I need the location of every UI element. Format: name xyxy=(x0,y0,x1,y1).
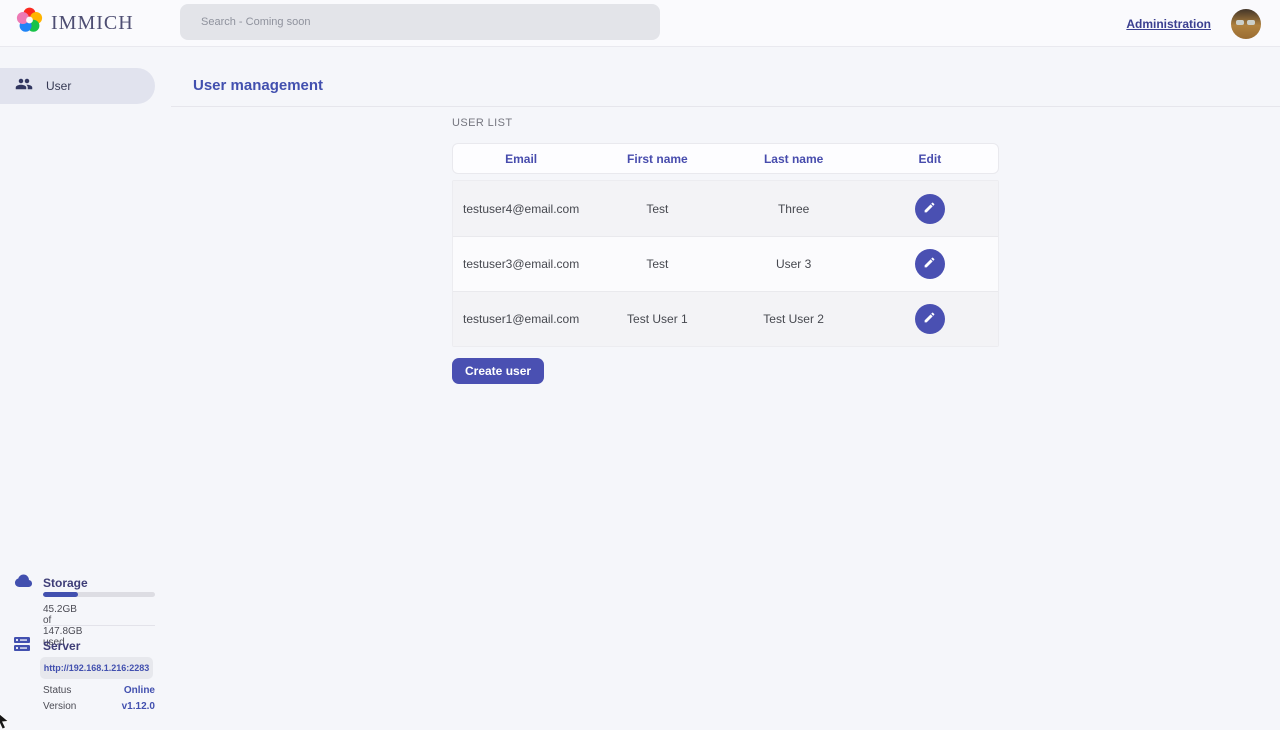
version-value: v1.12.0 xyxy=(122,701,155,712)
immich-flower-icon xyxy=(16,7,43,39)
cell-email: testuser3@email.com xyxy=(453,257,589,271)
title-divider xyxy=(171,106,1280,107)
cell-first-name: Test xyxy=(589,202,725,216)
storage-progress-fill xyxy=(43,592,78,597)
create-user-button[interactable]: Create user xyxy=(452,358,544,384)
cell-last-name: Test User 2 xyxy=(726,312,862,326)
pencil-icon xyxy=(923,201,936,217)
table-row: testuser1@email.com Test User 1 Test Use… xyxy=(453,291,998,346)
storage-title: Storage xyxy=(43,576,88,590)
table-row: testuser3@email.com Test User 3 xyxy=(453,236,998,291)
sidebar-divider xyxy=(43,625,155,626)
cloud-icon xyxy=(14,573,33,592)
search-input[interactable] xyxy=(180,4,660,40)
header-email: Email xyxy=(453,152,589,166)
cell-last-name: User 3 xyxy=(726,257,862,271)
user-table-body: testuser4@email.com Test Three testuser3… xyxy=(452,180,999,347)
user-list-section-label: USER LIST xyxy=(452,117,512,129)
people-icon xyxy=(15,75,33,98)
cell-email: testuser1@email.com xyxy=(453,312,589,326)
status-label: Status xyxy=(43,685,71,696)
user-table-header: Email First name Last name Edit xyxy=(452,143,999,174)
immich-logo[interactable]: IMMICH xyxy=(16,7,134,39)
sidebar-item-user-label: User xyxy=(46,79,71,93)
edit-user-button[interactable] xyxy=(915,194,945,224)
page-title: User management xyxy=(193,77,323,94)
server-url-badge: http://192.168.1.216:2283 xyxy=(40,657,153,679)
header-first-name: First name xyxy=(589,152,725,166)
header-last-name: Last name xyxy=(726,152,862,166)
pencil-icon xyxy=(923,256,936,272)
mouse-cursor-icon xyxy=(0,709,16,730)
administration-link[interactable]: Administration xyxy=(1126,17,1211,31)
edit-user-button[interactable] xyxy=(915,249,945,279)
version-label: Version xyxy=(43,701,76,712)
cell-last-name: Three xyxy=(726,202,862,216)
edit-user-button[interactable] xyxy=(915,304,945,334)
user-avatar[interactable] xyxy=(1231,9,1261,39)
cell-first-name: Test xyxy=(589,257,725,271)
storage-progress-bar xyxy=(43,592,155,597)
server-version-row: Version v1.12.0 xyxy=(43,701,155,712)
server-icon xyxy=(14,637,30,657)
top-navbar: IMMICH Administration xyxy=(0,0,1280,47)
cell-first-name: Test User 1 xyxy=(589,312,725,326)
server-status-row: Status Online xyxy=(43,685,155,696)
app-name: IMMICH xyxy=(51,12,134,35)
avatar-glasses-detail xyxy=(1236,20,1244,25)
status-value: Online xyxy=(124,685,155,696)
pencil-icon xyxy=(923,311,936,327)
sidebar-item-user[interactable]: User xyxy=(0,68,155,104)
table-row: testuser4@email.com Test Three xyxy=(453,181,998,236)
header-edit: Edit xyxy=(862,152,998,166)
cell-email: testuser4@email.com xyxy=(453,202,589,216)
server-title: Server xyxy=(43,639,80,653)
navbar-right: Administration xyxy=(1126,0,1261,47)
